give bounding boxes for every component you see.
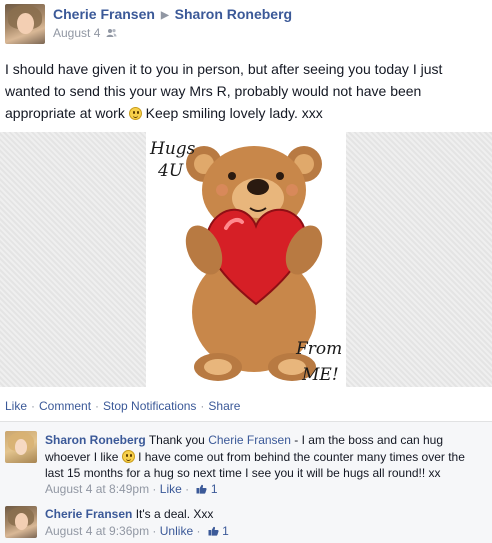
smiley-emoticon-icon <box>121 450 135 463</box>
separator: · <box>95 399 100 413</box>
separator: · <box>31 399 36 413</box>
image-caption-4u: 4U <box>157 161 184 181</box>
comment-unlike-link[interactable]: Unlike <box>160 524 193 538</box>
commenter-avatar[interactable] <box>5 431 37 463</box>
smiley-emoticon-icon <box>128 107 142 120</box>
comment-author-link[interactable]: Cherie Fransen <box>45 507 132 521</box>
teddy-bear-illustration: Hugs 4U From ME! <box>149 139 342 385</box>
comment-like-count[interactable]: 1 <box>222 524 229 538</box>
like-link[interactable]: Like <box>5 399 27 413</box>
comments-section: Sharon Roneberg Thank you Cherie Fransen… <box>0 421 492 543</box>
comment-like-count[interactable]: 1 <box>211 482 218 496</box>
recipient-link[interactable]: Sharon Roneberg <box>175 6 292 22</box>
post-header: Cherie Fransen ▶ Sharon Roneberg August 4 <box>0 0 492 50</box>
author-link[interactable]: Cherie Fransen <box>53 6 155 22</box>
post-timestamp[interactable]: August 4 <box>53 26 100 40</box>
post-actions: Like · Comment · Stop Notifications · Share <box>5 399 240 413</box>
comment-body: Sharon Roneberg Thank you Cherie Fransen… <box>45 432 485 481</box>
commenter-avatar[interactable] <box>5 506 37 538</box>
comment-text: Thank you <box>148 433 205 447</box>
post-date: August 4 <box>53 26 117 40</box>
photo-container[interactable]: Hugs 4U From ME! <box>0 132 492 387</box>
comment-body: Cherie Fransen It's a deal. Xxx <box>45 506 485 522</box>
comment-timestamp[interactable]: August 4 at 9:36pm <box>45 524 149 538</box>
image-caption-me: ME! <box>301 365 339 385</box>
arrow-right-icon: ▶ <box>160 10 169 21</box>
thumbs-up-icon[interactable] <box>208 525 219 536</box>
comment-link[interactable]: Comment <box>39 399 91 413</box>
comment-like-link[interactable]: Like <box>160 482 182 496</box>
comment-meta: August 4 at 8:49pm · Like · 1 <box>45 482 218 496</box>
teddy-bear-hug-image[interactable]: Hugs 4U From ME! <box>146 132 346 387</box>
comment-text: It's a deal. Xxx <box>135 507 214 521</box>
thumbs-up-icon[interactable] <box>196 483 208 494</box>
separator: · <box>200 399 205 413</box>
stop-notifications-link[interactable]: Stop Notifications <box>103 399 196 413</box>
friends-audience-icon[interactable] <box>106 27 117 37</box>
post-author-line: Cherie Fransen ▶ Sharon Roneberg <box>53 6 292 22</box>
comment-author-link[interactable]: Sharon Roneberg <box>45 433 146 447</box>
image-caption-from: From <box>295 339 342 359</box>
share-link[interactable]: Share <box>208 399 240 413</box>
author-avatar[interactable] <box>5 4 45 44</box>
mention-link[interactable]: Cherie Fransen <box>208 433 291 447</box>
post-message: I should have given it to you in person,… <box>5 58 475 124</box>
comment-timestamp[interactable]: August 4 at 8:49pm <box>45 482 149 496</box>
post-text-part2: Keep smiling lovely lady. xxx <box>145 105 323 121</box>
comment-meta: August 4 at 9:36pm · Unlike · 1 <box>45 524 229 538</box>
image-caption-hugs: Hugs <box>149 139 196 159</box>
